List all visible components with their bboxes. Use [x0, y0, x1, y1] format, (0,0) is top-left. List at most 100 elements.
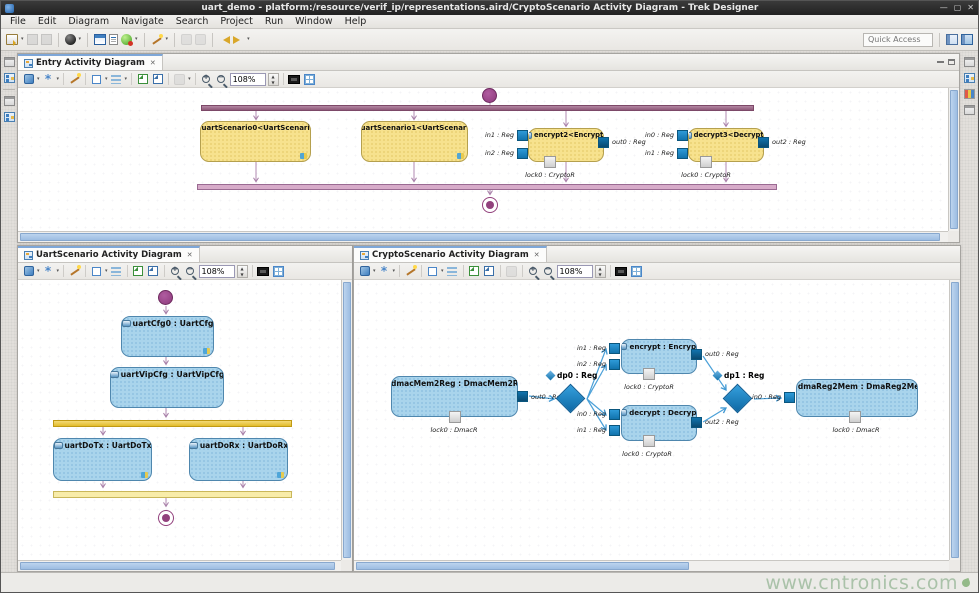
- join-bar[interactable]: [53, 491, 292, 498]
- filters-dropdown-icon[interactable]: ▾: [393, 269, 396, 274]
- current-perspective-icon[interactable]: [961, 34, 973, 45]
- initial-node[interactable]: [482, 88, 497, 103]
- save-icon[interactable]: [27, 34, 38, 45]
- filters-dropdown-icon[interactable]: ▾: [57, 77, 60, 82]
- pin-lock[interactable]: [449, 411, 461, 423]
- launch-wizard-dropdown-icon[interactable]: ▾: [166, 37, 169, 42]
- new-wizard-dropdown-icon[interactable]: ▾: [21, 37, 24, 42]
- pin-in[interactable]: [784, 392, 795, 403]
- shape-style-icon[interactable]: [92, 267, 101, 276]
- select-tool-dropdown-icon[interactable]: ▾: [37, 269, 40, 274]
- open-perspective-icon[interactable]: [946, 34, 958, 45]
- crypto-hscrollbar[interactable]: [354, 560, 949, 571]
- subdiagram-icon[interactable]: [300, 153, 307, 159]
- properties-view-icon[interactable]: [964, 89, 975, 99]
- join-bar[interactable]: [197, 184, 777, 190]
- snapshot-icon[interactable]: [288, 75, 300, 84]
- pin-in[interactable]: [609, 425, 620, 436]
- outline-view-icon[interactable]: [964, 73, 975, 83]
- zoom-out-icon[interactable]: −: [186, 267, 194, 275]
- align-dropdown-icon[interactable]: ▾: [125, 77, 128, 82]
- crypto-canvas[interactable]: dmacMem2Reg : DmacMem2Reg out0 : Reg loc…: [354, 280, 949, 560]
- snapshot-icon[interactable]: [257, 267, 269, 276]
- zoom-stepper[interactable]: ▲▼: [268, 73, 279, 86]
- window-close-button[interactable]: ✕: [967, 4, 974, 12]
- console-icon[interactable]: [94, 34, 106, 45]
- activity-node-uartDoTx[interactable]: uartDoTx : UartDoTx: [53, 438, 152, 481]
- launch-wizard-icon[interactable]: [151, 34, 163, 46]
- save-all-icon[interactable]: [41, 34, 52, 45]
- tab-close-icon[interactable]: ✕: [187, 251, 193, 259]
- menu-help[interactable]: Help: [340, 15, 372, 28]
- activity-node-decrypt[interactable]: decrypt : Decrypt: [621, 405, 697, 441]
- snapshot-icon[interactable]: [615, 267, 627, 276]
- debug-target-dropdown-icon[interactable]: ▾: [79, 37, 82, 42]
- crypto-vscrollbar[interactable]: [949, 280, 960, 560]
- zoom-in-icon[interactable]: +: [529, 267, 537, 275]
- pin-in[interactable]: [517, 130, 528, 141]
- grid-icon[interactable]: [304, 74, 315, 85]
- export-image-icon[interactable]: [133, 266, 143, 276]
- view-minimize-icon[interactable]: [937, 61, 944, 63]
- zoom-in-icon[interactable]: +: [202, 75, 210, 83]
- arrange-icon[interactable]: [69, 265, 81, 277]
- shape-style-dropdown-icon[interactable]: ▾: [441, 269, 444, 274]
- filters-dropdown-icon[interactable]: ▾: [57, 269, 60, 274]
- shape-style-dropdown-icon[interactable]: ▾: [105, 77, 108, 82]
- pin-in[interactable]: [677, 130, 688, 141]
- model-explorer-icon[interactable]: [4, 73, 15, 83]
- menu-project[interactable]: Project: [215, 15, 258, 28]
- pin-lock[interactable]: [700, 156, 712, 168]
- uart-canvas[interactable]: uartCfg0 : UartCfg uartVipCfg : UartVipC…: [18, 280, 341, 560]
- select-tool-icon[interactable]: [24, 74, 34, 84]
- zoom-out-icon[interactable]: −: [217, 75, 225, 83]
- quick-access-input[interactable]: [863, 33, 933, 47]
- zoom-level-input[interactable]: [199, 265, 235, 278]
- select-tool-icon[interactable]: [360, 266, 370, 276]
- forward-dropdown-icon[interactable]: ▾: [247, 37, 250, 42]
- export-diagram-icon[interactable]: [153, 74, 163, 84]
- view-maximize-icon[interactable]: [948, 59, 955, 65]
- activity-node-encrypt[interactable]: encrypt : Encrypt: [621, 339, 697, 374]
- export-image-icon[interactable]: [138, 74, 148, 84]
- filters-icon[interactable]: *: [45, 73, 51, 85]
- window-maximize-button[interactable]: ▢: [954, 4, 962, 12]
- menu-navigate[interactable]: Navigate: [116, 15, 169, 28]
- tab-cryptoscenario-activity-diagram[interactable]: CryptoScenario Activity Diagram ✕: [354, 246, 547, 262]
- menu-diagram[interactable]: Diagram: [63, 15, 114, 28]
- outline-view-icon[interactable]: [4, 112, 15, 122]
- align-icon[interactable]: [111, 75, 121, 84]
- uart-vscrollbar[interactable]: [341, 280, 352, 560]
- subdiagram-icon[interactable]: [203, 348, 210, 354]
- filters-icon[interactable]: *: [381, 265, 387, 277]
- tab-entry-activity-diagram[interactable]: Entry Activity Diagram ✕: [18, 54, 163, 70]
- window-minimize-button[interactable]: —: [940, 4, 948, 12]
- pin-in[interactable]: [609, 343, 620, 354]
- activity-node-uartVipCfg[interactable]: uartVipCfg : UartVipCfg: [110, 367, 224, 408]
- align-icon[interactable]: [111, 267, 121, 276]
- arrange-icon[interactable]: [69, 73, 81, 85]
- entry-hscrollbar[interactable]: [18, 231, 948, 242]
- select-tool-dropdown-icon[interactable]: ▾: [373, 269, 376, 274]
- tab-close-icon[interactable]: ✕: [534, 251, 540, 259]
- pin-out[interactable]: [691, 349, 702, 360]
- activity-node-encrypt2[interactable]: encrypt2<Encrypt>: [528, 128, 604, 162]
- shape-style-icon[interactable]: [92, 75, 101, 84]
- document-icon[interactable]: [109, 34, 118, 45]
- shape-style-dropdown-icon[interactable]: ▾: [105, 269, 108, 274]
- entry-canvas[interactable]: uartScenario0<UartScenario> uartScenario…: [18, 88, 948, 231]
- menu-window[interactable]: Window: [290, 15, 337, 28]
- zoom-in-icon[interactable]: +: [171, 267, 179, 275]
- export-diagram-icon[interactable]: [484, 266, 494, 276]
- restore-view-icon[interactable]: [4, 57, 15, 67]
- pin-out[interactable]: [598, 137, 609, 148]
- new-wizard-icon[interactable]: [6, 34, 18, 45]
- debug-target-icon[interactable]: [65, 34, 76, 45]
- zoom-level-input[interactable]: [230, 73, 266, 86]
- activity-node-uartScenario1[interactable]: uartScenario1<UartScenario>: [361, 121, 468, 162]
- zoom-stepper[interactable]: ▲▼: [595, 265, 606, 278]
- back-icon[interactable]: [219, 36, 230, 44]
- select-tool-dropdown-icon[interactable]: ▾: [37, 77, 40, 82]
- activity-node-uartDoRx[interactable]: uartDoRx : UartDoRx: [189, 438, 288, 481]
- activity-node-uartCfg0[interactable]: uartCfg0 : UartCfg: [121, 316, 214, 357]
